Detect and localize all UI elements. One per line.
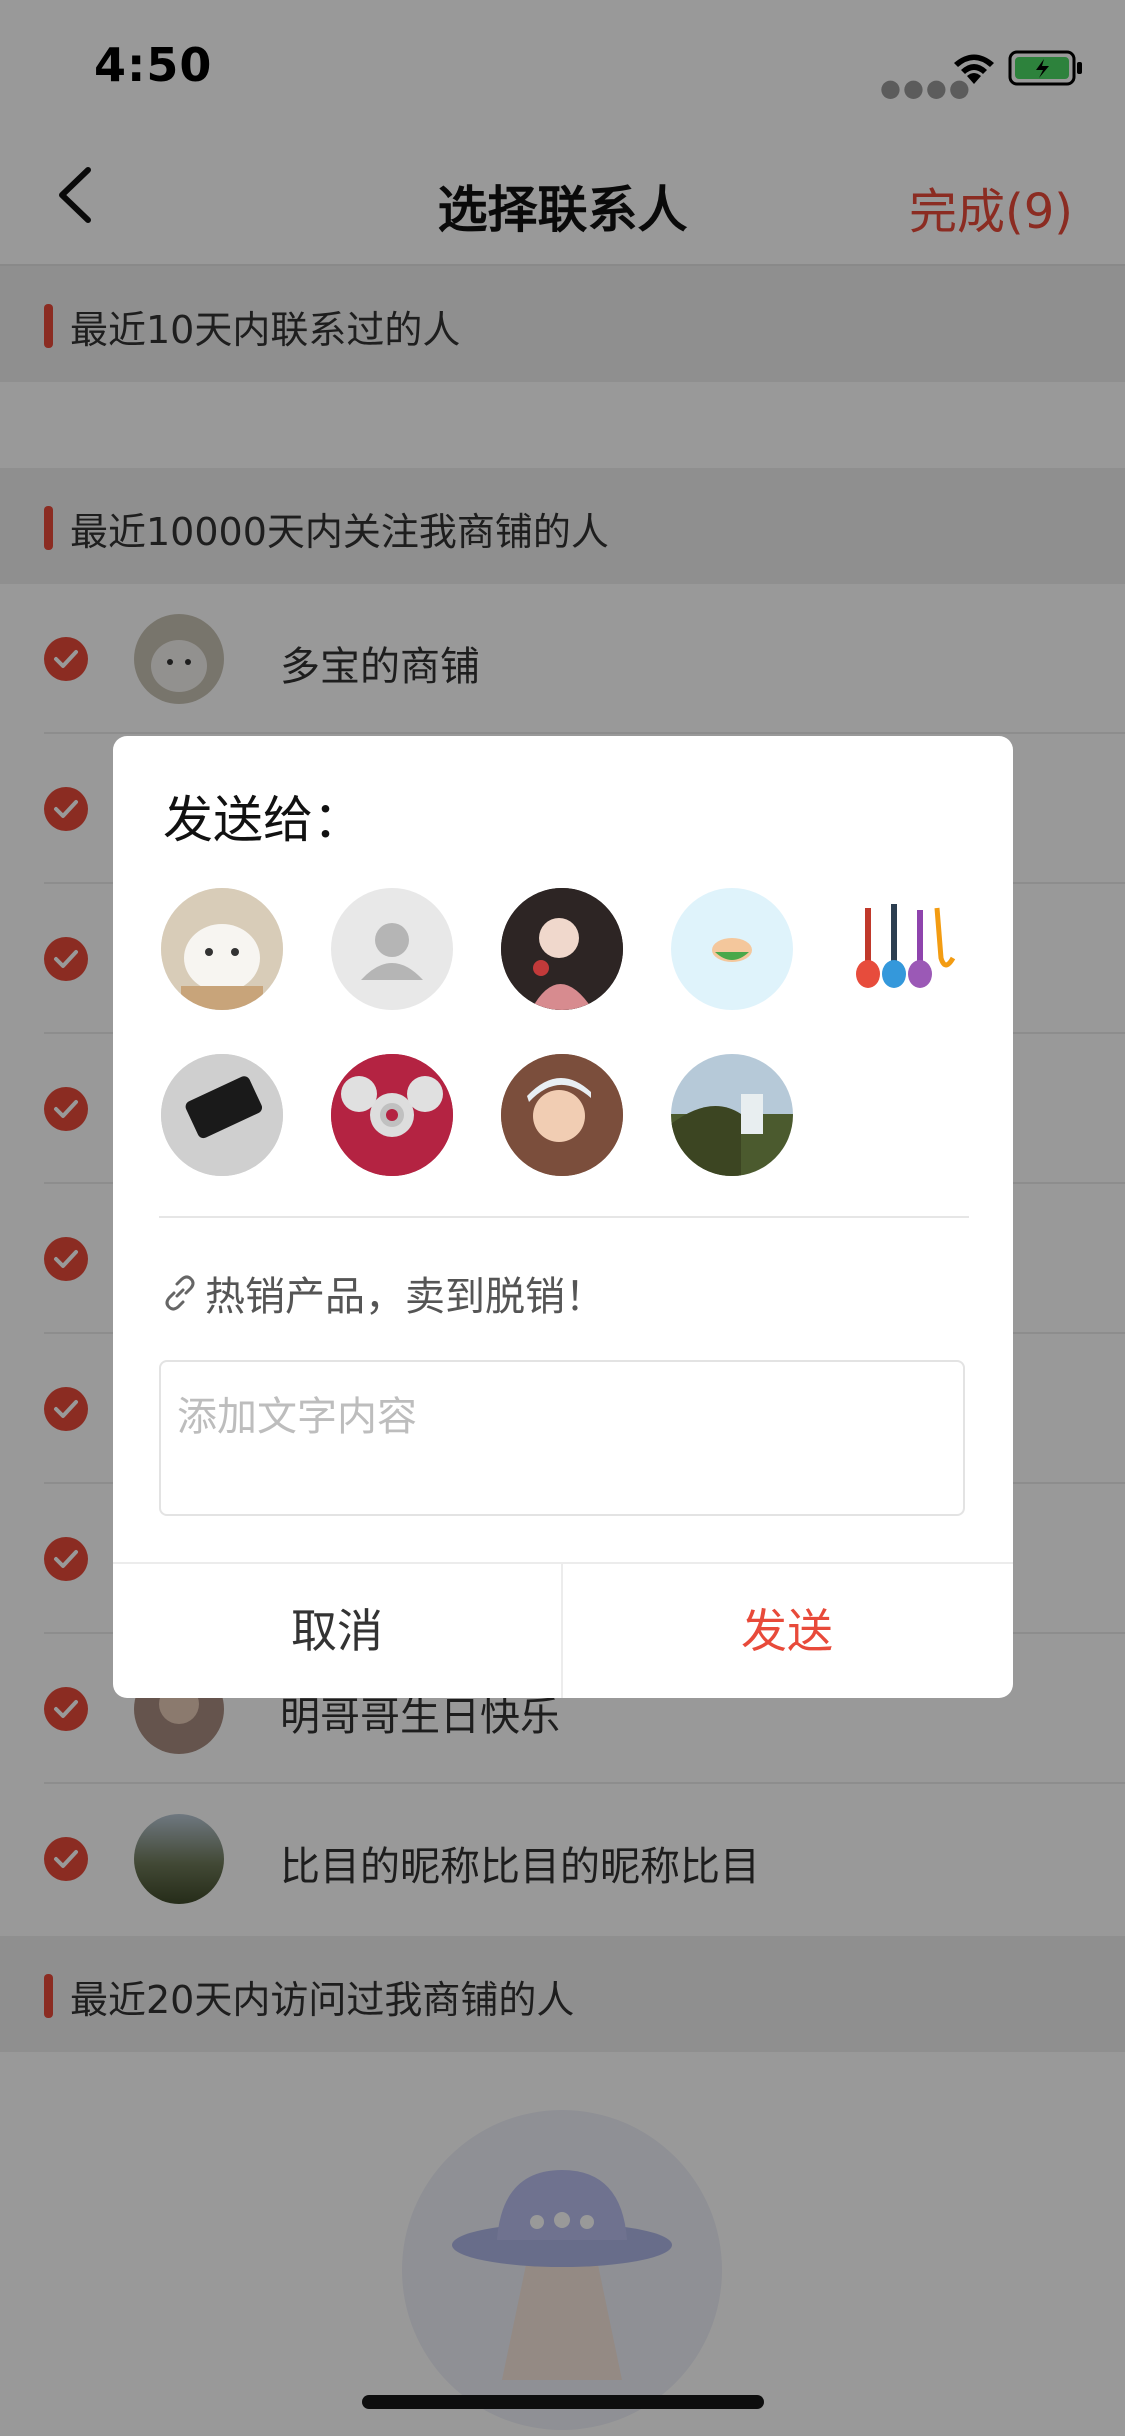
recipient-avatar — [671, 888, 793, 1010]
recipient-avatar — [671, 1054, 793, 1176]
cancel-button[interactable]: 取消 — [113, 1564, 561, 1698]
recipient-avatar — [161, 888, 283, 1010]
link-icon — [165, 1275, 195, 1311]
guitars-icon — [841, 888, 963, 1010]
dialog-title: 发送给： — [163, 791, 363, 849]
send-button[interactable]: 发送 — [563, 1564, 1011, 1698]
home-indicator[interactable] — [362, 2395, 764, 2409]
fidget-spinner-icon — [331, 1054, 453, 1176]
recipient-avatar — [501, 1054, 623, 1176]
default-user-icon — [331, 888, 453, 1010]
share-content-text: 热销产品，卖到脱销！ — [205, 1274, 605, 1320]
dialog-divider — [159, 1216, 969, 1218]
send-to-dialog: 发送给： 热销产品，卖到脱销！ 取消 — [113, 736, 1013, 1698]
recipient-avatar — [161, 1054, 283, 1176]
recipient-avatar — [501, 888, 623, 1010]
message-input[interactable] — [159, 1360, 965, 1516]
